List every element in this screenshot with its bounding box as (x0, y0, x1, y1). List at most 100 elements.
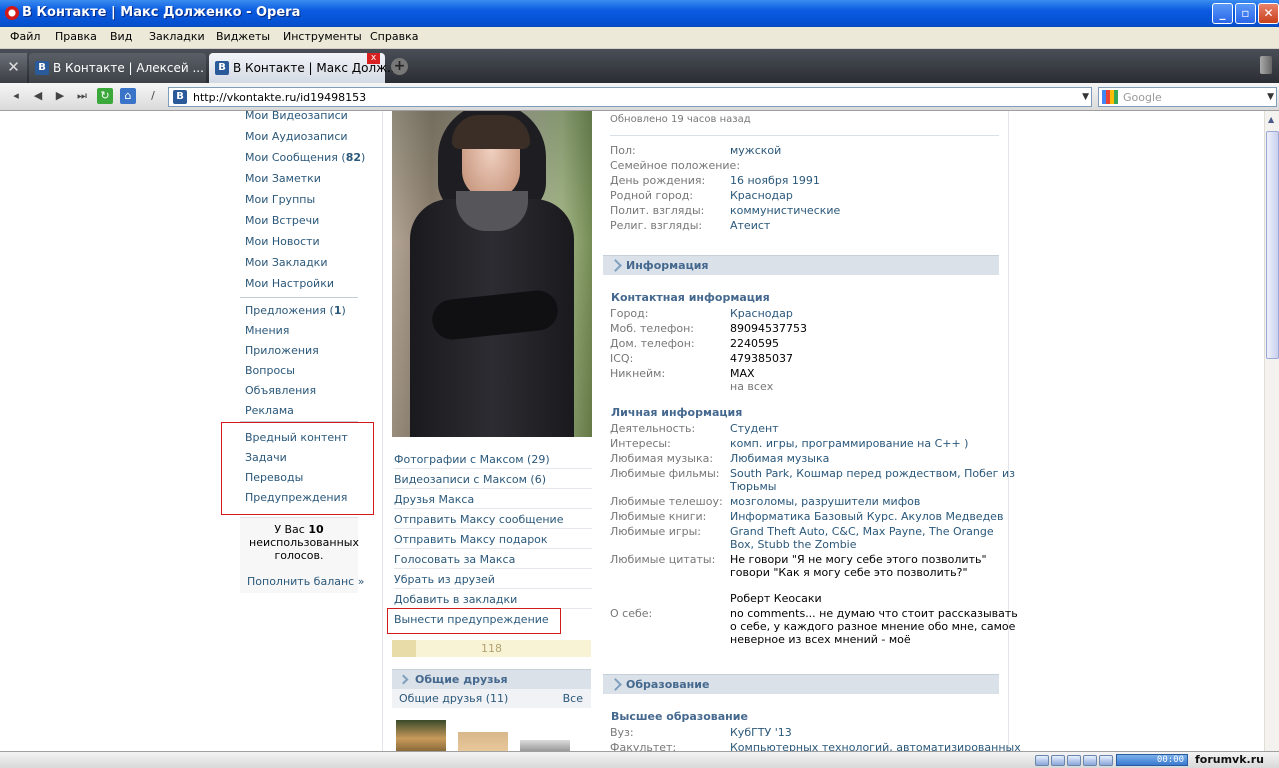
menu-bookmarks[interactable]: Закладки (149, 30, 205, 43)
university-value[interactable]: КубГТУ '13 (730, 726, 792, 739)
home-phone-label: Дом. телефон: (610, 337, 695, 350)
vertical-scrollbar[interactable]: ▲ (1264, 111, 1279, 751)
minimize-button[interactable]: _ (1212, 3, 1233, 24)
movies-value[interactable]: South Park, Кошмар перед рождеством, Поб… (730, 467, 1015, 480)
quotes-label: Любимые цитаты: (610, 553, 716, 566)
interests-value[interactable]: комп. игры, программирование на С++ ) (730, 437, 968, 450)
link-videos-with-max[interactable]: Видеозаписи с Максом (6) (394, 469, 592, 489)
tools-icon[interactable]: ✕ (0, 53, 27, 83)
link-photos-with-max[interactable]: Фотографии с Максом (29) (394, 449, 592, 469)
forward-icon[interactable]: ▶ (52, 88, 68, 104)
reload-icon[interactable]: ↻ (97, 88, 113, 104)
common-friends-count[interactable]: Общие друзья (11) (399, 692, 508, 705)
menu-edit[interactable]: Правка (55, 30, 97, 43)
icq-label: ICQ: (610, 352, 634, 365)
nav-videos[interactable]: Мои Видеозаписи (245, 111, 348, 122)
nav-ads[interactable]: Объявления (245, 384, 316, 397)
url-text: http://vkontakte.ru/id19498153 (193, 91, 367, 104)
nav-warnings[interactable]: Предупреждения (245, 491, 347, 504)
nav-audio[interactable]: Мои Аудиозаписи (245, 130, 348, 143)
nav-notes[interactable]: Мои Заметки (245, 172, 321, 185)
political-value[interactable]: коммунистические (730, 204, 840, 217)
nav-offers[interactable]: Предложения (1) (245, 304, 346, 317)
hometown-value[interactable]: Краснодар (730, 189, 793, 202)
maximize-button[interactable]: ▫ (1235, 3, 1256, 24)
player-time: 00:00 (1156, 755, 1184, 765)
nav-harmful-content[interactable]: Вредный контент (245, 431, 348, 444)
pause-icon[interactable] (1051, 755, 1065, 766)
scrollbar-thumb[interactable] (1266, 131, 1279, 359)
political-label: Полит. взгляды: (610, 204, 705, 217)
home-icon[interactable]: ⌂ (120, 88, 136, 104)
link-add-bookmark[interactable]: Добавить в закладки (394, 589, 592, 609)
divider (610, 135, 999, 136)
close-window-button[interactable]: ✕ (1258, 3, 1279, 24)
nav-advertising[interactable]: Реклама (245, 404, 294, 417)
nav-questions[interactable]: Вопросы (245, 364, 295, 377)
tab-alexey[interactable]: В В Контакте | Алексей ... x (29, 53, 230, 83)
play-icon[interactable] (1035, 755, 1049, 766)
link-max-friends[interactable]: Друзья Макса (394, 489, 592, 509)
scroll-up-icon[interactable]: ▲ (1268, 115, 1274, 124)
friend-avatar[interactable] (458, 732, 508, 751)
books-value[interactable]: Информатика Базовый Курс. Акулов Медведе… (730, 510, 1003, 523)
religion-value[interactable]: Атеист (730, 219, 770, 232)
gender-value[interactable]: мужской (730, 144, 781, 157)
about-line-2: о себе, у каждого разное мнение обо мне,… (730, 620, 1016, 633)
fast-forward-icon[interactable]: ⏭ (74, 88, 90, 104)
nav-settings[interactable]: Мои Настройки (245, 277, 334, 290)
menu-file[interactable]: Файл (10, 30, 40, 43)
nav-events[interactable]: Мои Встречи (245, 214, 319, 227)
link-remove-friend[interactable]: Убрать из друзей (394, 569, 592, 589)
profile-photo[interactable] (392, 111, 592, 437)
section-education-header[interactable]: Образование (603, 674, 999, 694)
city-value[interactable]: Краснодар (730, 307, 793, 320)
nav-bookmarks[interactable]: Мои Закладки (245, 256, 327, 269)
activity-value[interactable]: Студент (730, 422, 779, 435)
nav-messages[interactable]: Мои Сообщения (82) (245, 151, 365, 164)
games-value[interactable]: Grand Theft Auto, C&C, Max Payne, The Or… (730, 525, 994, 538)
friend-avatar[interactable] (396, 720, 446, 751)
messages-count: 82 (345, 151, 361, 164)
music-value[interactable]: Любимая музыка (730, 452, 829, 465)
tab-close-icon[interactable]: x (367, 53, 380, 64)
chevron-down-icon[interactable]: ▼ (1082, 92, 1089, 102)
birthday-value[interactable]: 16 ноября 1991 (730, 174, 820, 187)
friend-avatar[interactable] (520, 740, 570, 751)
nav-translations[interactable]: Переводы (245, 471, 303, 484)
stop-icon[interactable] (1067, 755, 1081, 766)
tvshows-value[interactable]: мозголомы, разрушители мифов (730, 495, 920, 508)
nav-apps[interactable]: Приложения (245, 344, 319, 357)
university-label: Вуз: (610, 726, 634, 739)
nav-groups[interactable]: Мои Группы (245, 193, 315, 206)
faculty-value[interactable]: Компьютерных технологий, автоматизирован… (730, 741, 1021, 751)
new-tab-icon[interactable]: + (391, 58, 408, 75)
tab-maks-active[interactable]: В В Контакте | Макс Долж... x (209, 53, 398, 83)
games-value-line2[interactable]: Box, Stubb the Zombie (730, 538, 857, 551)
common-friends-header[interactable]: Общие друзья (392, 669, 591, 689)
common-friends-all-link[interactable]: Все (563, 692, 583, 705)
back-arrow-icon[interactable]: ◀ (30, 88, 46, 104)
search-field[interactable]: Google ▼ (1098, 87, 1277, 107)
nav-news[interactable]: Мои Новости (245, 235, 320, 248)
link-send-gift[interactable]: Отправить Максу подарок (394, 529, 592, 549)
menu-view[interactable]: Вид (110, 30, 132, 43)
menu-widgets[interactable]: Виджеты (216, 30, 270, 43)
chevron-down-icon[interactable]: ▼ (1267, 92, 1274, 102)
movies-value-line2[interactable]: Тюрьмы (730, 480, 776, 493)
back-icon[interactable]: ◂ (8, 88, 24, 104)
trash-icon[interactable] (1260, 56, 1272, 74)
menu-tools[interactable]: Инструменты (283, 30, 362, 43)
mobile-label: Моб. телефон: (610, 322, 695, 335)
section-info-header[interactable]: Информация (603, 255, 999, 275)
menu-help[interactable]: Справка (370, 30, 418, 43)
previous-icon[interactable] (1083, 755, 1097, 766)
top-up-balance-link[interactable]: Пополнить баланс » (247, 575, 364, 588)
next-icon[interactable] (1099, 755, 1113, 766)
nav-tasks[interactable]: Задачи (245, 451, 287, 464)
wand-icon[interactable]: / (145, 88, 161, 104)
link-vote[interactable]: Голосовать за Макса (394, 549, 592, 569)
link-send-message[interactable]: Отправить Максу сообщение (394, 509, 592, 529)
nav-opinions[interactable]: Мнения (245, 324, 289, 337)
address-field[interactable]: В http://vkontakte.ru/id19498153 ▼ (168, 87, 1092, 107)
